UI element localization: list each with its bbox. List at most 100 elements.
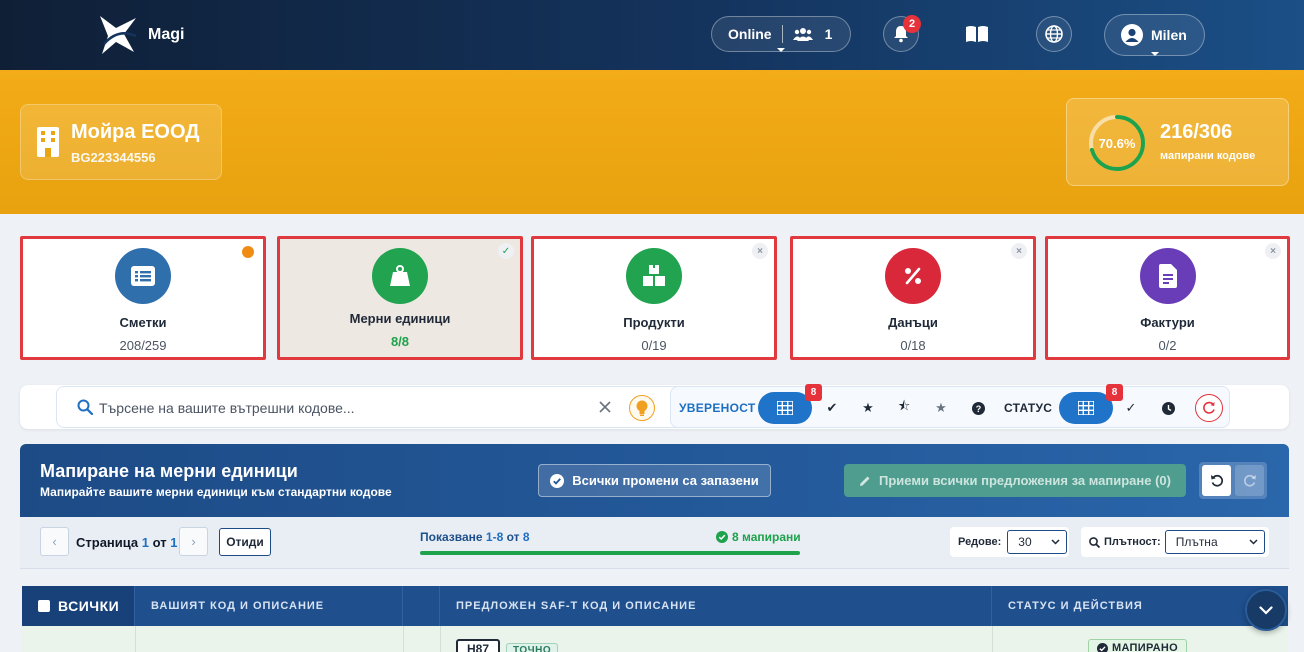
clear-search-icon[interactable] [597, 399, 613, 415]
lightbulb-icon [636, 400, 648, 416]
category-title: Данъци [888, 315, 938, 330]
status-label: МАПИРАНО [1112, 642, 1178, 652]
prev-page-button[interactable]: ‹ [40, 527, 69, 556]
book-open-icon [966, 26, 988, 42]
divider [403, 626, 404, 652]
double-check-icon[interactable]: ✔ [823, 399, 841, 417]
svg-text:?: ? [975, 404, 981, 414]
status-count-badge: 8 [1106, 384, 1123, 401]
density-select[interactable]: Плътна [1164, 530, 1265, 554]
chevron-right-icon: › [191, 534, 196, 549]
rows-select[interactable]: 30 [1007, 530, 1068, 554]
panel-title: Мапиране на мерни единици [40, 461, 298, 481]
redo-button[interactable] [1235, 465, 1264, 496]
star-icon[interactable]: ★ [859, 399, 877, 417]
status-label: СТАТУС [1004, 401, 1053, 415]
user-avatar-icon [1121, 24, 1143, 46]
building-icon [37, 127, 59, 157]
divider [440, 626, 441, 652]
undo-button[interactable] [1202, 465, 1231, 496]
user-name: Milen [1151, 27, 1187, 43]
company-header: Мойра ЕООД BG223344556 70.6% 216/306 мап… [0, 70, 1304, 214]
chevron-down-icon [777, 48, 785, 52]
redo-icon [1243, 474, 1256, 487]
app-logo[interactable]: Magi [96, 14, 184, 56]
category-title: Фактури [1140, 315, 1195, 330]
question-icon[interactable]: ? [969, 399, 987, 417]
goto-page-button[interactable]: Отиди [219, 528, 271, 556]
rows-value: 30 [1018, 535, 1032, 549]
select-all-checkbox[interactable] [38, 600, 50, 612]
density-value: Плътна [1175, 535, 1218, 549]
check-icon[interactable]: ✓ [1122, 399, 1140, 417]
online-count: 1 [824, 26, 833, 42]
category-count: 208/259 [119, 338, 167, 353]
company-vat: BG223344556 [71, 150, 156, 165]
table-header: ВСИЧКИ ВАШИЯТ КОД И ОПИСАНИЕ ПРЕДЛОЖЕН S… [22, 586, 1288, 626]
globe-icon [1045, 25, 1063, 43]
accept-label: Приеми всички предложения за мапиране (0… [879, 473, 1171, 488]
refresh-icon [1203, 401, 1215, 414]
category-card-accounts[interactable]: Сметки 208/259 [20, 236, 266, 360]
invoice-icon [1139, 248, 1196, 304]
suggestions-button[interactable] [629, 395, 655, 421]
status-all-toggle[interactable]: 8 [1059, 384, 1123, 424]
category-card-products[interactable]: × Продукти 0/19 [531, 236, 777, 360]
list-icon [115, 248, 171, 304]
confidence-label: УВЕРЕНОСТ [679, 401, 756, 415]
category-title: Сметки [119, 315, 167, 330]
scroll-down-button[interactable] [1245, 589, 1287, 631]
col-status[interactable]: СТАТУС И ДЕЙСТВИЯ [992, 586, 1288, 626]
showing-of: от [506, 530, 520, 544]
col-all-label: ВСИЧКИ [58, 598, 120, 614]
chevron-left-icon: ‹ [52, 534, 57, 549]
category-card-invoices[interactable]: × Фактури 0/2 [1045, 236, 1290, 360]
showing-range-value: 1-8 [485, 530, 504, 544]
online-label: Online [728, 26, 772, 42]
category-card-units[interactable]: ✓ Мерни единици 8/8 [277, 236, 523, 360]
col-your-code[interactable]: ВАШИЯТ КОД И ОПИСАНИЕ [135, 586, 403, 626]
divider [135, 626, 136, 652]
user-menu-button[interactable]: Milen [1104, 14, 1205, 56]
table-row[interactable]: H87 ТОЧНО МАПИРАНО [22, 626, 1288, 652]
page-total: 1 [170, 535, 178, 550]
density-control: Плътност: Плътна [1081, 527, 1269, 557]
docs-button[interactable] [959, 16, 995, 52]
confidence-all-toggle[interactable]: 8 [758, 384, 822, 424]
saved-status-button[interactable]: Всички промени са запазени [538, 464, 771, 497]
col-suggested-code[interactable]: ПРЕДЛОЖЕН SAF-T КОД И ОПИСАНИЕ [440, 586, 992, 626]
boxes-icon [626, 248, 682, 304]
select-all-header[interactable]: ВСИЧКИ [22, 586, 135, 626]
notifications-button[interactable]: 2 [883, 15, 921, 52]
chevron-down-icon [1259, 605, 1273, 615]
users-icon [792, 28, 813, 41]
clock-icon[interactable] [1159, 399, 1177, 417]
category-count: 0/18 [900, 338, 926, 353]
page-current: 1 [141, 535, 150, 550]
reset-filters-button[interactable] [1195, 394, 1223, 422]
accept-all-suggestions-button[interactable]: Приеми всички предложения за мапиране (0… [844, 464, 1186, 497]
progress-label: мапирани кодове [1160, 150, 1256, 162]
filter-bar: УВЕРЕНОСТ 8 ✔ ★ ⯪ ★ ? СТАТУС 8 ✓ [20, 384, 1289, 429]
star-outline-icon[interactable]: ★ [932, 399, 950, 417]
category-card-taxes[interactable]: × Данъци 0/18 [790, 236, 1036, 360]
showing-prefix: Показване [420, 530, 483, 544]
confidence-count-badge: 8 [805, 384, 822, 401]
category-count: 8/8 [390, 334, 410, 349]
status-badge: МАПИРАНО [1088, 639, 1187, 652]
clock-status-icon [242, 246, 254, 258]
language-button[interactable] [1036, 16, 1072, 52]
grid-icon [1078, 401, 1094, 415]
suggested-code-chip: H87 [456, 639, 500, 652]
mapped-count: 8 мапирани [716, 530, 801, 544]
star-half-icon[interactable]: ⯪ [895, 398, 913, 417]
divider [992, 626, 993, 652]
company-name: Мойра ЕООД [71, 121, 200, 143]
col-spacer [403, 586, 440, 626]
showing-range: Показване 1-8 от 8 [420, 530, 530, 544]
next-page-button[interactable]: › [179, 527, 208, 556]
progress-count: 216/306 [1160, 121, 1233, 143]
online-users-button[interactable]: Online 1 [711, 16, 851, 52]
close-icon: × [1265, 243, 1281, 259]
search-input[interactable] [99, 396, 579, 420]
